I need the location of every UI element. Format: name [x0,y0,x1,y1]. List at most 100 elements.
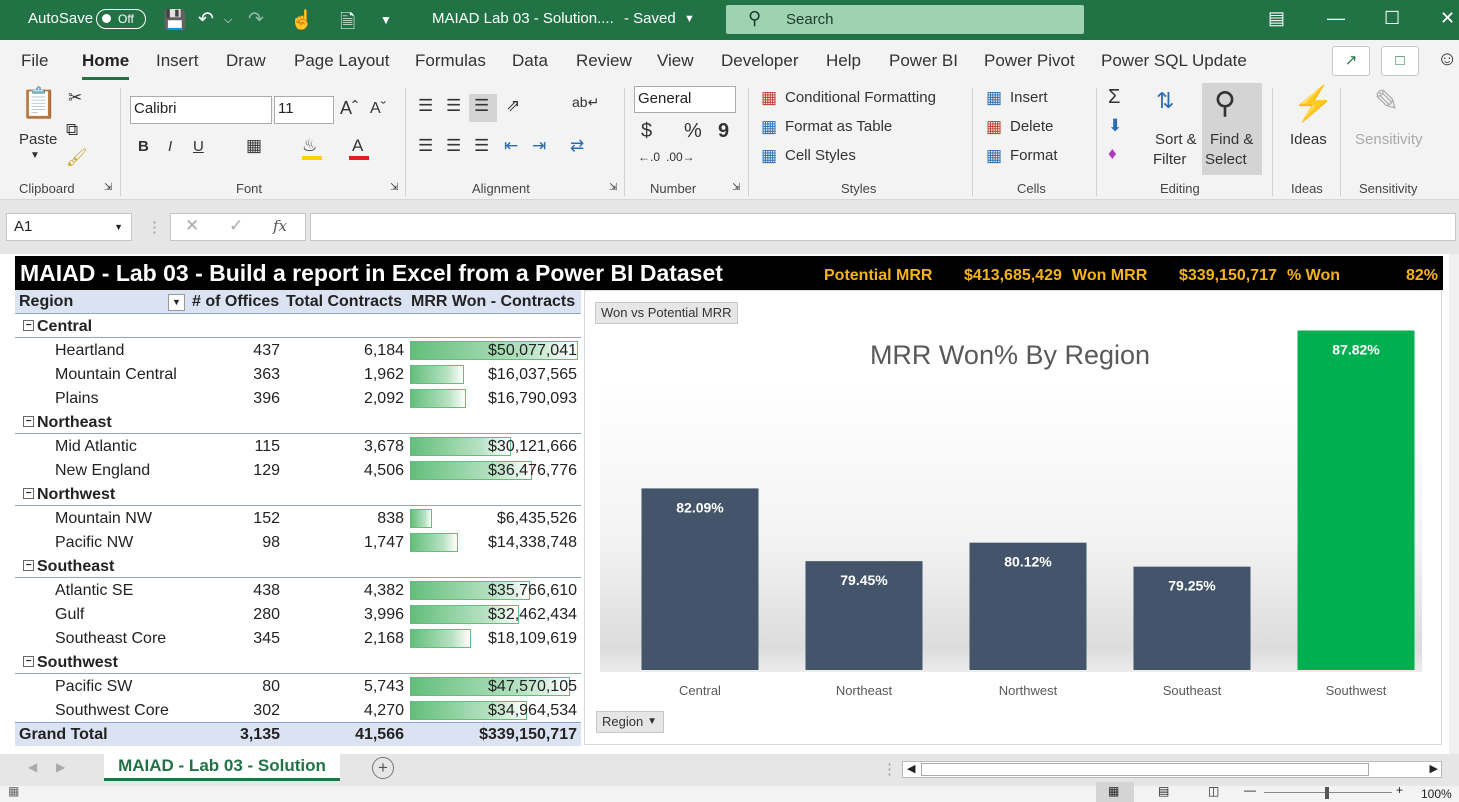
formula-input[interactable] [310,213,1456,241]
scroll-tabs-right-icon[interactable]: ▶ [56,760,65,774]
saved-status[interactable]: - Saved [624,10,676,27]
tab-home[interactable]: Home [82,51,130,80]
pivot-row[interactable]: Plains 396 2,092 $16,790,093 [15,386,581,410]
increase-indent-icon[interactable]: ⇥ [532,136,546,156]
header-offices[interactable]: # of Offices [192,293,279,311]
pivot-row[interactable]: New England 129 4,506 $36,476,776 [15,458,581,482]
enter-icon[interactable]: ✓ [229,216,243,236]
tab-review[interactable]: Review [576,51,632,71]
add-sheet-icon[interactable]: + [372,757,394,779]
minimize-icon[interactable]: — [1327,8,1345,29]
pivot-row[interactable]: Gulf 280 3,996 $32,462,434 [15,602,581,626]
pivot-row[interactable]: Mountain Central 363 1,962 $16,037,565 [15,362,581,386]
collapse-icon[interactable]: − [23,656,34,667]
title-dropdown-icon[interactable]: ▼ [684,13,695,25]
tab-file[interactable]: File [21,51,48,71]
sort-filter-button-line2[interactable]: Filter [1153,151,1186,168]
align-middle-icon[interactable]: ☰ [446,96,461,116]
align-left-icon[interactable]: ☰ [418,136,433,156]
macro-record-icon[interactable]: ▦ [8,784,19,798]
bar-southwest[interactable] [1297,330,1415,670]
conditional-formatting-icon[interactable]: ▦ [761,88,777,108]
new-file-icon[interactable]: 🗎 [340,8,355,40]
tab-developer[interactable]: Developer [721,51,799,71]
font-color-icon[interactable]: A [352,136,363,156]
paste-button[interactable]: Paste [19,131,57,148]
ideas-button[interactable]: Ideas [1290,131,1327,148]
horizontal-scrollbar[interactable]: ◀ ▶ [902,761,1442,778]
alignment-launcher-icon[interactable]: ⇲ [609,182,617,193]
delete-cells-button[interactable]: Delete [1010,118,1053,135]
cancel-icon[interactable]: ✕ [185,216,199,236]
cell-styles-icon[interactable]: ▦ [761,146,777,166]
orientation-icon[interactable]: ⇗ [506,96,520,116]
pivot-row[interactable]: Southwest Core 302 4,270 $34,964,534 [15,698,581,722]
header-total-contracts[interactable]: Total Contracts [286,293,402,311]
sensitivity-button[interactable]: Sensitivity [1355,131,1423,148]
format-cells-button[interactable]: Format [1010,147,1058,164]
tab-power-pivot[interactable]: Power Pivot [984,51,1075,71]
zoom-slider-thumb[interactable] [1325,787,1329,799]
page-break-view-icon[interactable]: ◫ [1208,784,1219,798]
collapse-icon[interactable]: − [23,320,34,331]
region-filter-dropdown-icon[interactable]: ▼ [168,294,185,311]
pivot-row[interactable]: Southeast Core 345 2,168 $18,109,619 [15,626,581,650]
format-as-table-button[interactable]: Format as Table [785,118,892,135]
comments-icon[interactable]: □ [1381,46,1419,76]
save-icon[interactable]: 💾 [163,8,187,32]
number-launcher-icon[interactable]: ⇲ [732,182,740,193]
tab-power-bi[interactable]: Power BI [889,51,958,71]
conditional-formatting-button[interactable]: Conditional Formatting [785,89,936,106]
tab-formulas[interactable]: Formulas [415,51,486,71]
clipboard-launcher-icon[interactable]: ⇲ [104,182,112,193]
bar-central[interactable] [641,488,759,670]
font-size-select[interactable]: 11 [274,96,334,124]
increase-font-icon[interactable]: Aˆ [340,98,358,119]
align-center-icon[interactable]: ☰ [446,136,461,156]
pivot-row[interactable]: Pacific NW 98 1,747 $14,338,748 [15,530,581,554]
autosum-icon[interactable]: Σ [1108,86,1120,109]
feedback-smiley-icon[interactable]: ☺ [1437,48,1457,71]
tab-view[interactable]: View [657,51,694,71]
bold-button[interactable]: B [138,138,149,155]
sensitivity-icon[interactable]: ✎ [1374,84,1399,119]
delete-cells-icon[interactable]: ▦ [986,117,1002,137]
share-icon[interactable]: ↗ [1332,46,1370,76]
ribbon-display-icon[interactable]: ▤ [1268,8,1285,29]
name-box[interactable]: A1 ▼ [6,213,132,241]
region-group-row[interactable]: − Southwest [15,650,581,674]
scroll-right-icon[interactable]: ▶ [1430,762,1438,775]
italic-button[interactable]: I [168,138,172,155]
collapse-icon[interactable]: − [23,488,34,499]
pivot-row[interactable]: Atlantic SE 438 4,382 $35,766,610 [15,578,581,602]
region-group-row[interactable]: − Northeast [15,410,581,434]
wrap-text-icon[interactable]: ab↵ [572,94,599,111]
close-icon[interactable]: ✕ [1440,8,1455,29]
pivot-row[interactable]: Pacific SW 80 5,743 $47,570,105 [15,674,581,698]
pivot-row[interactable]: Mountain NW 152 838 $6,435,526 [15,506,581,530]
clear-icon[interactable]: ♦ [1108,144,1117,164]
insert-function-button[interactable]: fx [273,217,287,235]
tab-page-layout[interactable]: Page Layout [294,51,389,71]
redo-icon[interactable]: ↷ [248,8,264,31]
sheet-tab-solution[interactable]: MAIAD - Lab 03 - Solution [104,753,340,781]
sort-filter-icon[interactable]: ⇅ [1156,88,1174,114]
split-grip-icon[interactable]: ⋮ [882,760,897,778]
page-layout-view-icon[interactable]: ▤ [1158,784,1169,798]
underline-button[interactable]: U [193,138,204,155]
format-cells-icon[interactable]: ▦ [986,146,1002,166]
zoom-level[interactable]: 100% [1421,787,1452,801]
collapse-icon[interactable]: − [23,416,34,427]
document-title[interactable]: MAIAD Lab 03 - Solution.... [432,10,614,27]
undo-dropdown-icon[interactable]: ⌵ [224,14,232,27]
pivot-row[interactable]: Mid Atlantic 115 3,678 $30,121,666 [15,434,581,458]
collapse-icon[interactable]: − [23,560,34,571]
scroll-thumb[interactable] [921,763,1369,776]
comma-button[interactable]: 9 [718,120,729,143]
region-group-row[interactable]: − Southeast [15,554,581,578]
format-as-table-icon[interactable]: ▦ [761,117,777,137]
decrease-decimal-icon[interactable]: .00→ [666,150,695,164]
pivot-row[interactable]: Heartland 437 6,184 $50,077,041 [15,338,581,362]
undo-icon[interactable]: ↶ [198,8,214,31]
zoom-out-icon[interactable]: — [1244,783,1256,797]
